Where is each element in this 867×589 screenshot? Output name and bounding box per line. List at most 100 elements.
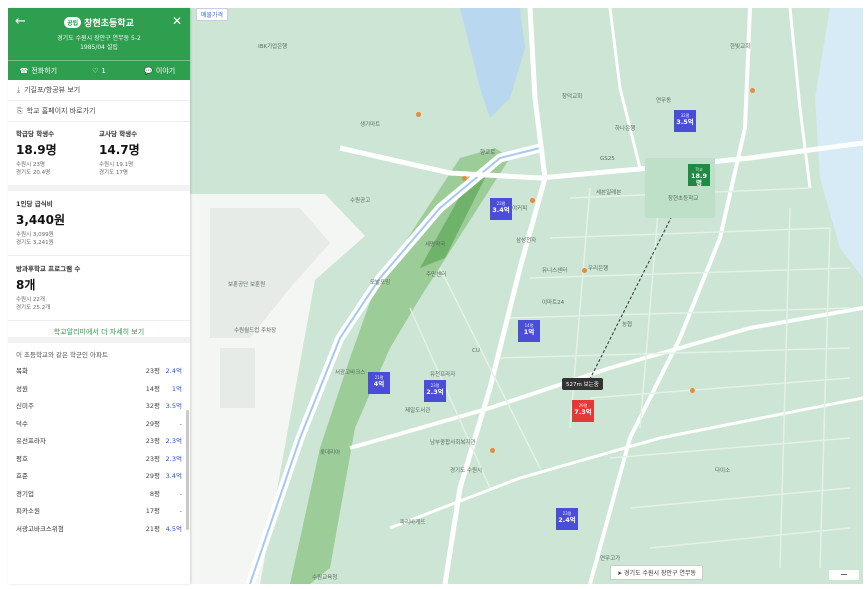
apartment-count: 17평 bbox=[145, 507, 160, 515]
apartment-row[interactable]: 피카소원 17평 - bbox=[8, 503, 190, 521]
poi-label[interactable]: 유니스센터 bbox=[542, 266, 567, 274]
price-layer-tag[interactable]: 매물가격 bbox=[196, 8, 229, 21]
poi-label[interactable]: 창덕교회 bbox=[562, 92, 582, 100]
poi-pin-icon bbox=[582, 268, 587, 273]
poi-label[interactable]: 주민센터 bbox=[426, 270, 446, 278]
selected-apartment-marker[interactable]: 29평 7.3억 bbox=[572, 400, 594, 422]
poi-pin-icon bbox=[462, 176, 467, 181]
apartment-name: 신미주 bbox=[16, 402, 34, 410]
talk-button[interactable]: 💬 이야기 bbox=[129, 61, 190, 80]
apartment-row[interactable]: 효준 29평 3.4억 bbox=[8, 468, 190, 486]
download-icon: ⤓ bbox=[17, 86, 21, 94]
poi-label[interactable]: 한빛교회 bbox=[730, 42, 750, 50]
poi-label[interactable]: IBK기업은행 bbox=[258, 42, 287, 50]
poi-label[interactable]: 모발포밍 bbox=[370, 278, 390, 286]
apartment-row[interactable]: 덕수 29평 - bbox=[8, 416, 190, 434]
poi-label[interactable]: 세븐일레븐 bbox=[596, 188, 621, 196]
poi-label[interactable]: 향교로 bbox=[480, 148, 495, 156]
apartment-count: 23평 bbox=[145, 454, 160, 463]
apartment-count: 29평 bbox=[145, 419, 160, 428]
apartment-name: 평호 bbox=[16, 454, 28, 463]
map-view[interactable]: 매물가격 IBK기업은행 향교로 생기마트 수원공고 세명약국 모발포밍 이디야… bbox=[190, 8, 863, 584]
apartment-name: 덕수 bbox=[16, 419, 28, 428]
poi-label[interactable]: 창현초등학교 bbox=[668, 194, 698, 202]
current-location-bar[interactable]: ➤ 경기도 수원시 장안구 연무동 bbox=[610, 565, 703, 580]
apartment-price: 2.3억 bbox=[165, 454, 182, 463]
poi-label[interactable]: 수원공고 bbox=[350, 196, 370, 204]
school-name: 창현초등학교 bbox=[84, 19, 134, 29]
poi-label[interactable]: 유천프라자 bbox=[430, 370, 455, 378]
school-marker[interactable]: 학교 18.9명 bbox=[688, 164, 710, 187]
poi-label[interactable]: 이마트24 bbox=[542, 298, 564, 306]
apartment-row[interactable]: 경기업 8평 - bbox=[8, 486, 190, 504]
poi-label[interactable]: 연무고가 bbox=[600, 554, 620, 562]
school-type-badge: 공립 bbox=[64, 17, 82, 28]
phone-icon: ☎ bbox=[19, 67, 29, 75]
apartment-count: 14평 bbox=[145, 384, 160, 393]
poi-label[interactable]: 연무동 bbox=[656, 96, 671, 104]
poi-label[interactable]: 농협 bbox=[622, 320, 632, 328]
apartment-count: 29평 bbox=[145, 472, 160, 480]
homepage-link[interactable]: ⎘ 학교 홈페이지 바로가기 bbox=[8, 101, 190, 122]
apartment-price: 4.5억 bbox=[165, 524, 182, 533]
poi-pin-icon bbox=[750, 88, 755, 93]
apartment-name: 성원 bbox=[16, 384, 28, 393]
call-button[interactable]: ☎ 전화하기 bbox=[8, 61, 69, 80]
poi-label[interactable]: 경기도 수원시 bbox=[450, 466, 482, 474]
apartment-price-marker[interactable]: 21평 4억 bbox=[368, 372, 390, 394]
apartment-row[interactable]: 성원 14평 1억 bbox=[8, 381, 190, 399]
panel-header: ← 공립 창현초등학교 ✕ 경기도 수원시 장안구 연무동 5-2 1985/04… bbox=[8, 8, 190, 80]
like-button[interactable]: ♡ 1 bbox=[69, 61, 130, 80]
poi-label[interactable]: 서광고바크스 bbox=[335, 368, 365, 376]
poi-label[interactable]: 롯데리아 bbox=[320, 448, 340, 456]
apartment-count: 21평 bbox=[145, 524, 160, 533]
apartment-row[interactable]: 서광고바크스위첨 21평 4.5억 bbox=[8, 521, 190, 539]
map-view-link[interactable]: ⤓ 기길포/항공뷰 보기 bbox=[8, 80, 190, 101]
apartment-price-marker[interactable]: 32평 3.5억 bbox=[674, 110, 696, 132]
poi-label[interactable]: CU bbox=[472, 348, 480, 354]
apartment-price-marker[interactable]: 14평 1억 bbox=[518, 320, 540, 342]
poi-label[interactable]: 수원교육청 bbox=[312, 573, 337, 581]
poi-label[interactable]: 수원월드컵 주차장 bbox=[234, 326, 276, 334]
poi-label[interactable]: 보훈공단 보훈원 bbox=[228, 280, 265, 288]
map-canvas[interactable] bbox=[190, 8, 863, 584]
poi-label[interactable]: 삼성전자 bbox=[516, 236, 536, 244]
school-detail-panel: ← 공립 창현초등학교 ✕ 경기도 수원시 장안구 연무동 5-2 1985/04… bbox=[8, 8, 190, 584]
close-button[interactable]: ✕ bbox=[172, 14, 182, 28]
school-title: 공립 창현초등학교 bbox=[8, 16, 190, 29]
poi-label[interactable]: 세명약국 bbox=[425, 240, 445, 248]
walk-distance-label: 527m 보는중 bbox=[562, 378, 603, 390]
map-scale: ━━ bbox=[829, 570, 859, 580]
apartment-name: 효준 bbox=[16, 472, 28, 480]
poi-label[interactable]: 다이소 bbox=[715, 466, 730, 474]
apartment-name: 경기업 bbox=[16, 489, 34, 498]
poi-label[interactable]: 남부종합사회복지관 bbox=[430, 438, 476, 446]
apartment-price: 2.3억 bbox=[165, 437, 182, 445]
header-actions: ☎ 전화하기 ♡ 1 💬 이야기 bbox=[8, 60, 190, 80]
poi-label[interactable]: 하나은행 bbox=[615, 124, 635, 132]
poi-label[interactable]: 제일도서관 bbox=[405, 406, 430, 414]
poi-label[interactable]: 파리바게뜨 bbox=[400, 518, 425, 526]
poi-label[interactable]: 생기마트 bbox=[360, 120, 380, 128]
apartment-price-marker[interactable]: 23평 2.3억 bbox=[424, 380, 446, 402]
apartment-price-marker[interactable]: 23평 3.4억 bbox=[490, 198, 512, 220]
panel-scrollbar[interactable] bbox=[186, 410, 189, 530]
apartment-price: 2.4억 bbox=[165, 367, 182, 375]
poi-label[interactable]: GS25 bbox=[600, 156, 615, 162]
poi-pin-icon bbox=[530, 198, 535, 203]
apartment-list-title: 이 초등학교와 같은 학군인 아파트 bbox=[16, 351, 108, 359]
poi-pin-icon bbox=[490, 448, 495, 453]
apartment-row[interactable]: 유선프라자 23평 2.3억 bbox=[8, 433, 190, 451]
apartment-name: 유선프라자 bbox=[16, 437, 46, 445]
apartment-price-marker[interactable]: 23평 2.4억 bbox=[556, 508, 578, 530]
apartment-row[interactable]: 신미주 32평 3.5억 bbox=[8, 398, 190, 416]
school-info-more-link[interactable]: 학교알리미에서 더 자세히 보기 bbox=[8, 321, 190, 343]
poi-pin-icon bbox=[690, 388, 695, 393]
apartment-price: - bbox=[179, 489, 182, 498]
poi-label[interactable]: 우리은행 bbox=[588, 264, 608, 272]
meal-cost-stat: 1인당 급식비 3,440원 수원시 3,099원 경기도 3,241원 bbox=[8, 191, 190, 256]
apartment-row[interactable]: 목화 23평 2.4억 bbox=[8, 363, 190, 381]
apartment-row[interactable]: 평호 23평 2.3억 bbox=[8, 451, 190, 469]
apartment-count: 8평 bbox=[149, 489, 160, 498]
apartment-price: 1억 bbox=[171, 384, 182, 393]
